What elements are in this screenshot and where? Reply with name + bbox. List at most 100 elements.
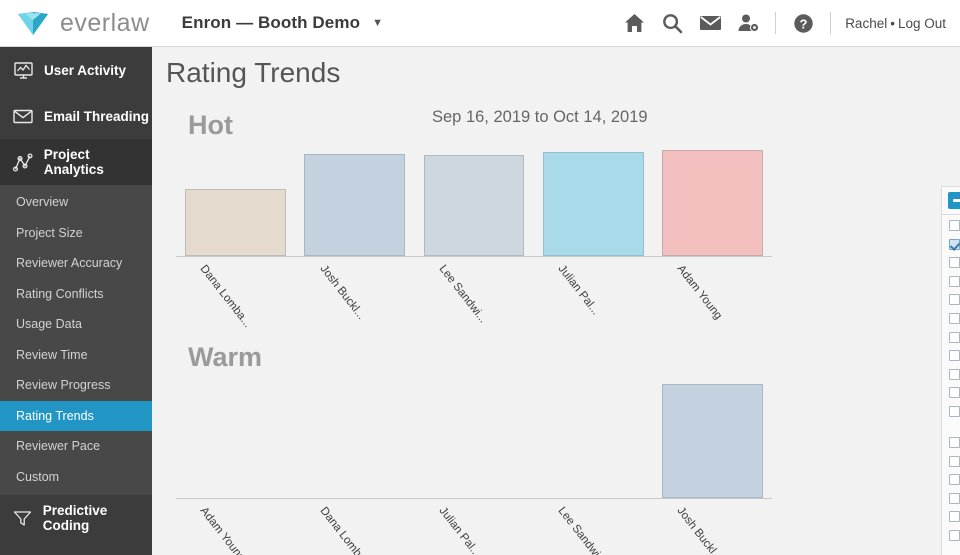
legend-item[interactable]: Alex Hafez <box>942 254 960 273</box>
divider <box>775 12 777 34</box>
sidebar-subitem-label: Usage Data <box>16 317 83 332</box>
legend-header: User <box>942 187 960 215</box>
sidebar-item-reviewer-accuracy[interactable]: Reviewer Accuracy <box>0 248 152 279</box>
home-icon[interactable] <box>615 0 653 47</box>
legend-item-checkbox[interactable] <box>949 275 960 287</box>
search-icon[interactable] <box>653 0 691 47</box>
chevron-down-icon[interactable]: ▼ <box>372 17 383 29</box>
legend-item[interactable]: Amanda Cadet <box>942 273 960 292</box>
legend-item-checkbox[interactable] <box>949 257 960 269</box>
sidebar-item-reviewer-pace[interactable]: Reviewer Pace <box>0 431 152 462</box>
sidebar-item-project-size[interactable]: Project Size <box>0 217 152 248</box>
diamond-logo-icon <box>16 10 50 36</box>
sidebar-item-overview[interactable]: Overview <box>0 187 152 218</box>
legend-item[interactable]: Byron Liu (byron demo) <box>942 403 960 434</box>
bar[interactable] <box>185 188 286 256</box>
legend-item-checkbox[interactable] <box>949 387 960 399</box>
sidebar-item-label: Email Threading <box>44 108 150 124</box>
tick-label: Julian Pal... <box>436 505 483 555</box>
tick-label: Lee Sandwi... <box>436 263 489 326</box>
tick-label: Lee Sandwi... <box>555 505 608 555</box>
legend-item[interactable]: A Hafez <box>942 217 960 236</box>
top-bar: everlaw Enron — Booth Demo ▼ ? Rachel • … <box>0 0 960 47</box>
brand[interactable]: everlaw <box>16 9 150 38</box>
sidebar-item-rating-trends[interactable]: Rating Trends <box>0 400 152 431</box>
tick-label: Josh Buckl... <box>674 505 725 555</box>
monitor-chart-icon <box>10 59 36 81</box>
legend-item[interactable]: Angela Kovach <box>942 310 960 329</box>
sidebar-item-rating-conflicts[interactable]: Rating Conflicts <box>0 278 152 309</box>
bar[interactable] <box>542 151 644 256</box>
sidebar-subitem-label: Reviewer Accuracy <box>16 256 123 271</box>
legend-item-checkbox[interactable] <box>949 331 960 343</box>
sidebar-subitem-label: Project Size <box>16 225 83 240</box>
page-title: Rating Trends <box>166 57 341 88</box>
sidebar-item-usage-data[interactable]: Usage Data <box>0 309 152 340</box>
main-content: Rating Trends Sep 16, 2019 to Oct 14, 20… <box>152 47 960 555</box>
user-settings-icon[interactable] <box>729 0 767 47</box>
legend-item-checkbox[interactable] <box>949 294 960 306</box>
legend-item-checkbox[interactable] <box>949 492 960 504</box>
legend-item-checkbox[interactable] <box>949 238 960 250</box>
legend-item[interactable]: Ayman Omar <box>942 366 960 385</box>
legend-list: A HafezAdam YoungAlex HafezAmanda CadetA… <box>942 215 960 555</box>
tick-label: Josh Buckl... <box>317 263 367 322</box>
bar[interactable] <box>304 154 406 256</box>
bar[interactable] <box>662 150 763 256</box>
legend-item[interactable]: Brad Bailey <box>942 384 960 403</box>
brand-name: everlaw <box>60 8 150 37</box>
legend-item-checkbox[interactable] <box>949 436 960 448</box>
legend-item[interactable]: Chris Barr <box>942 471 960 490</box>
node-graph-icon <box>10 151 36 173</box>
user-name: Rachel <box>845 15 888 31</box>
sidebar-item-review-progress[interactable]: Review Progress <box>0 370 152 401</box>
x-axis-line <box>176 256 772 257</box>
tick-label: Adam Young <box>197 505 248 555</box>
collapse-minus-icon[interactable] <box>948 192 960 209</box>
legend-item-checkbox[interactable] <box>949 474 960 486</box>
envelope-icon <box>10 105 36 127</box>
tick-label: Dana Lomba... <box>197 263 254 330</box>
legend-item-checkbox[interactable] <box>949 405 960 417</box>
help-icon[interactable]: ? <box>784 0 822 47</box>
sidebar-subitem-label: Reviewer Pace <box>16 439 101 454</box>
user-menu: Rachel • Log Out <box>839 16 946 31</box>
sidebar-item-custom[interactable]: Custom <box>0 461 152 492</box>
legend-item[interactable]: Andrea Bottone <box>942 291 960 310</box>
sidebar-item-email-threading[interactable]: Email Threading <box>0 93 152 139</box>
legend-item[interactable]: Chirag Zaveri <box>942 453 960 472</box>
sidebar-subitem-label: Review Time <box>16 347 88 362</box>
legend-item[interactable]: Adam Young <box>942 236 960 255</box>
legend-item[interactable]: Ashley Edmonds <box>942 347 960 366</box>
legend-item-checkbox[interactable] <box>949 220 960 231</box>
legend-item-checkbox[interactable] <box>949 455 960 467</box>
legend-item[interactable]: Asad Haider <box>942 329 960 348</box>
legend-item-checkbox[interactable] <box>949 368 960 380</box>
topbar-actions: ? Rachel • Log Out <box>615 0 946 47</box>
sidebar-subitem-label: Rating Trends <box>16 408 94 423</box>
project-title[interactable]: Enron — Booth Demo <box>182 13 360 33</box>
sidebar-subnav: Overview Project Size Reviewer Accuracy … <box>0 185 152 495</box>
legend-item[interactable]: Courtney Cavanagh <box>942 527 960 555</box>
sidebar-subitem-label: Rating Conflicts <box>16 286 104 301</box>
legend-item-checkbox[interactable] <box>949 312 960 324</box>
legend-item[interactable]: Chris Rauen <box>942 490 960 509</box>
sidebar-item-label: Predictive Coding <box>42 503 108 533</box>
sidebar-item-user-activity[interactable]: User Activity <box>0 47 152 93</box>
tick-label: Dana Lomba... <box>317 505 374 555</box>
sidebar-item-review-time[interactable]: Review Time <box>0 339 152 370</box>
sidebar-item-project-analytics[interactable]: Project Analytics <box>0 139 152 185</box>
logout-link[interactable]: Log Out <box>898 16 946 31</box>
svg-text:?: ? <box>799 16 807 31</box>
legend-item-checkbox[interactable] <box>949 511 960 523</box>
sidebar-item-predictive-coding[interactable]: Predictive Coding <box>0 495 152 541</box>
legend-item[interactable]: Caitlin Reinmuth <box>942 434 960 453</box>
legend-item-checkbox[interactable] <box>949 529 960 541</box>
sidebar-item-label: Project Analytics <box>43 147 104 177</box>
bar[interactable] <box>423 155 525 256</box>
bar[interactable] <box>662 383 763 498</box>
legend-item[interactable]: Christine Tsang <box>942 508 960 527</box>
mail-icon[interactable] <box>691 0 729 47</box>
legend-item-checkbox[interactable] <box>949 350 960 362</box>
sidebar-subitem-label: Review Progress <box>16 378 111 393</box>
